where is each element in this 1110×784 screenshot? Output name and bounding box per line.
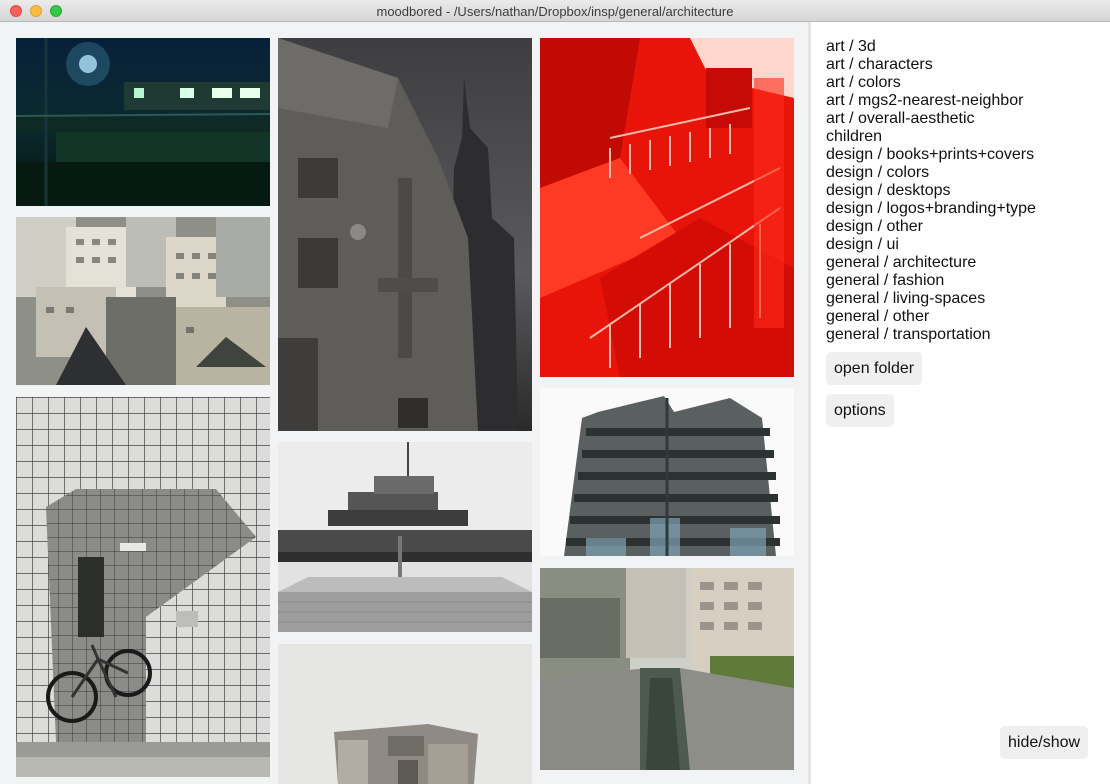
window-title: moodbored - /Users/nathan/Dropbox/insp/g…	[376, 4, 734, 19]
folder-item[interactable]: art / 3d	[826, 38, 1036, 56]
hide-show-button[interactable]: hide/show	[1000, 726, 1089, 759]
image-gallery[interactable]	[0, 22, 808, 784]
folder-item[interactable]: children	[826, 128, 1036, 146]
red-stairwell-photo[interactable]	[540, 38, 794, 377]
brutalist-museum-photo[interactable]	[278, 442, 532, 632]
folder-item[interactable]: general / living-spaces	[826, 290, 1036, 308]
folder-item[interactable]: design / desktops	[826, 182, 1036, 200]
folder-item[interactable]: design / ui	[826, 236, 1036, 254]
apartment-blocks-photo[interactable]	[16, 217, 270, 385]
folder-list: art / 3d art / characters art / colors a…	[826, 38, 1036, 344]
folder-item[interactable]: general / other	[826, 308, 1036, 326]
folder-item[interactable]: design / books+prints+covers	[826, 146, 1036, 164]
folder-item[interactable]: art / overall-aesthetic	[826, 110, 1036, 128]
folder-item[interactable]: design / colors	[826, 164, 1036, 182]
night-train-photo[interactable]	[16, 38, 270, 206]
concrete-tower-photo[interactable]	[278, 38, 532, 431]
folder-item[interactable]: design / logos+branding+type	[826, 200, 1036, 218]
folder-item[interactable]: general / fashion	[826, 272, 1036, 290]
open-folder-button[interactable]: open folder	[826, 352, 923, 385]
folder-item[interactable]: art / characters	[826, 56, 1036, 74]
folder-item[interactable]: design / other	[826, 218, 1036, 236]
folder-item[interactable]: general / transportation	[826, 326, 1036, 344]
folder-item-active[interactable]: general / architecture	[826, 254, 1036, 272]
canal-buildings-photo[interactable]	[540, 568, 794, 770]
folder-item[interactable]: art / mgs2-nearest-neighbor	[826, 92, 1036, 110]
options-button[interactable]: options	[826, 394, 894, 427]
tiled-entrance-bicycle-photo[interactable]	[16, 397, 270, 777]
title-bar: moodbored - /Users/nathan/Dropbox/insp/g…	[0, 0, 1110, 22]
folder-item[interactable]: art / colors	[826, 74, 1036, 92]
stacked-balconies-tower-photo[interactable]	[540, 388, 794, 556]
folder-sidebar: art / 3d art / characters art / colors a…	[811, 22, 1110, 784]
wooden-model-photo[interactable]	[278, 644, 532, 784]
